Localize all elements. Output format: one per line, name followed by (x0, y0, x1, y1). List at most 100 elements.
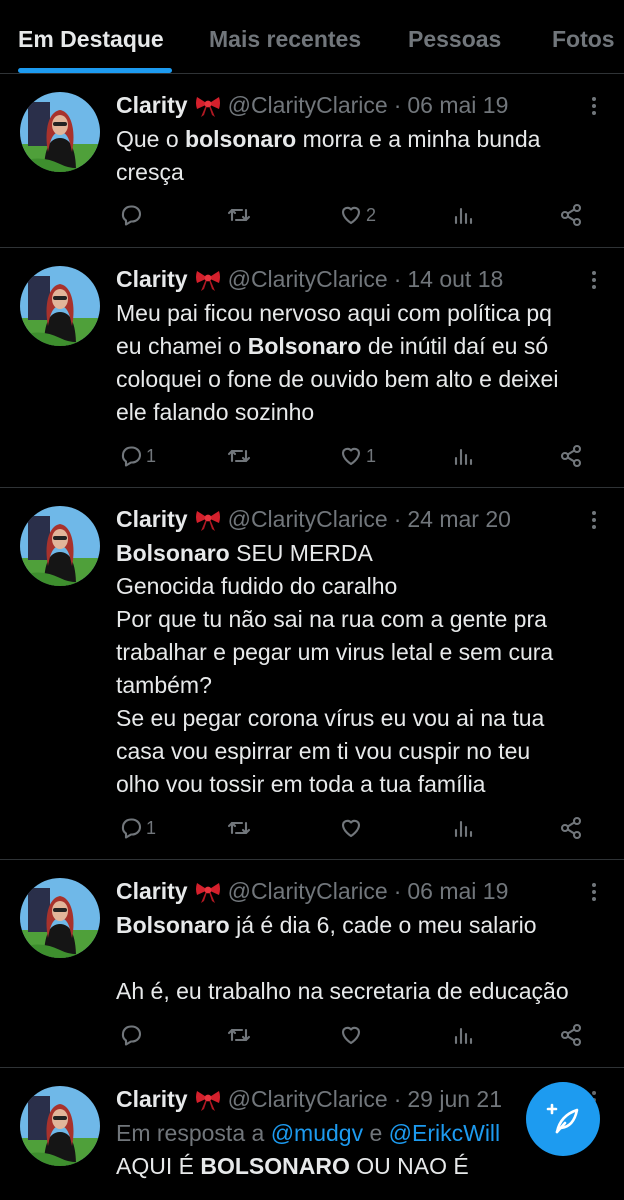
share-button[interactable] (558, 443, 584, 469)
avatar[interactable] (20, 1086, 100, 1166)
like-button[interactable]: 1 (338, 443, 376, 469)
reply-icon (121, 1025, 141, 1046)
retweet-icon (227, 449, 251, 463)
tweet-line: ele falando sozinho (116, 399, 315, 425)
tweet-header: Clarity @ClarityClarice · 24 mar 20 (116, 506, 511, 533)
more-vertical-icon[interactable] (592, 881, 598, 904)
separator: · (393, 506, 402, 532)
avatar[interactable] (20, 92, 100, 172)
retweet-button[interactable] (226, 815, 254, 841)
reply-button[interactable] (118, 202, 146, 228)
separator: · (393, 266, 402, 292)
views-button[interactable] (450, 202, 478, 228)
tweet[interactable]: Clarity @ClarityClarice · 14 out 18 Meu … (0, 248, 624, 488)
display-name[interactable]: Clarity (116, 878, 188, 905)
handle[interactable]: @ClarityClarice (228, 92, 388, 119)
like-button[interactable]: 2 (338, 202, 376, 228)
separator: · (393, 92, 402, 118)
active-tab-indicator (18, 68, 172, 73)
handle[interactable]: @ClarityClarice (228, 878, 388, 905)
tweet-line: eu chamei o Bolsonaro de inútil daí eu s… (116, 333, 549, 359)
more-vertical-icon[interactable] (592, 95, 598, 118)
handle[interactable]: @ClarityClarice (228, 506, 388, 533)
tweet-text: Que o bolsonaro morra e a minha bunda cr… (116, 123, 611, 189)
share-icon (560, 444, 582, 468)
share-button[interactable] (558, 202, 584, 228)
tweet-actions: 11 (118, 443, 593, 473)
tab-fotos[interactable]: Fotos (552, 26, 615, 53)
more-vertical-icon[interactable] (592, 269, 598, 292)
like-icon (341, 1026, 361, 1045)
like-button[interactable] (338, 815, 366, 841)
tweet[interactable]: Clarity @ClarityClarice · 24 mar 20 Bols… (0, 488, 624, 860)
views-button[interactable] (450, 815, 478, 841)
tweet-header: Clarity @ClarityClarice · 29 jun 21 (116, 1086, 502, 1113)
reply-button[interactable]: 1 (118, 443, 156, 469)
like-button[interactable] (338, 1022, 366, 1048)
reply-button[interactable] (118, 1022, 146, 1048)
timestamp[interactable]: 06 mai 19 (407, 92, 508, 119)
reply-icon (121, 446, 141, 467)
display-name[interactable]: Clarity (116, 266, 188, 293)
share-button[interactable] (558, 1022, 584, 1048)
like-count: 2 (366, 204, 377, 225)
tweet-line: AQUI É BOLSONARO OU NAO É (116, 1153, 469, 1179)
mention-link[interactable]: @mudgv (271, 1120, 363, 1146)
tweet-line: cresça (116, 159, 184, 185)
avatar[interactable] (20, 878, 100, 958)
retweet-icon (227, 208, 251, 222)
share-button[interactable] (558, 815, 584, 841)
tab-em-destaque[interactable]: Em Destaque (18, 26, 164, 53)
display-name[interactable]: Clarity (116, 506, 188, 533)
retweet-icon (227, 1028, 251, 1042)
views-button[interactable] (450, 443, 478, 469)
reply-button[interactable]: 1 (118, 815, 156, 841)
share-icon (560, 203, 582, 227)
retweet-icon (227, 821, 251, 835)
share-icon (560, 1023, 582, 1047)
tweet[interactable]: Clarity @ClarityClarice · 06 mai 19 Que … (0, 74, 624, 248)
tweet-text: Bolsonaro já é dia 6, cade o meu salario… (116, 909, 611, 1008)
timestamp[interactable]: 06 mai 19 (407, 878, 508, 905)
tweet-line: olho vou tossir em toda a tua família (116, 771, 486, 797)
tweet-actions: 2 (118, 202, 593, 232)
timestamp[interactable]: 29 jun 21 (407, 1086, 502, 1113)
mention-link[interactable]: @ErikcWill (389, 1120, 501, 1146)
tweet-line: Ah é, eu trabalho na secretaria de educa… (116, 978, 569, 1004)
timestamp[interactable]: 24 mar 20 (407, 506, 511, 533)
tweet-line: Por que tu não sai na rua com a gente pr… (116, 606, 547, 632)
timestamp[interactable]: 14 out 18 (407, 266, 503, 293)
display-name[interactable]: Clarity (116, 1086, 188, 1113)
compose-post-button[interactable] (526, 1082, 600, 1156)
ribbon-bow-emoji (194, 508, 222, 532)
avatar[interactable] (20, 506, 100, 586)
tweet-line: trabalhar e pegar um virus letal e sem c… (116, 639, 554, 665)
views-button[interactable] (450, 1022, 478, 1048)
retweet-button[interactable] (226, 202, 254, 228)
handle[interactable]: @ClarityClarice (228, 266, 388, 293)
retweet-button[interactable] (226, 443, 254, 469)
ribbon-bow-emoji (194, 94, 222, 118)
like-icon (341, 447, 361, 466)
retweet-button[interactable] (226, 1022, 254, 1048)
tweet[interactable]: Clarity @ClarityClarice · 06 mai 19 Bols… (0, 860, 624, 1068)
tweet-header: Clarity @ClarityClarice · 06 mai 19 (116, 92, 508, 119)
tweet-header: Clarity @ClarityClarice · 14 out 18 (116, 266, 503, 293)
tweet-line: Bolsonaro SEU MERDA (116, 540, 373, 566)
tab-pessoas[interactable]: Pessoas (408, 26, 501, 53)
search-tabs: Em Destaque Mais recentes Pessoas Fotos (0, 0, 624, 74)
handle[interactable]: @ClarityClarice (228, 1086, 388, 1113)
reply-icon (121, 205, 141, 226)
ribbon-bow-emoji (194, 268, 222, 292)
reply-count: 1 (146, 445, 157, 466)
tweet-line: Que o bolsonaro morra e a minha bunda (116, 126, 541, 152)
tab-mais-recentes[interactable]: Mais recentes (209, 26, 361, 53)
ribbon-bow-emoji (194, 880, 222, 904)
more-vertical-icon[interactable] (592, 509, 598, 532)
tweet-line: Se eu pegar corona vírus eu vou ai na tu… (116, 705, 545, 731)
compose-post-icon (546, 1103, 579, 1134)
display-name[interactable]: Clarity (116, 92, 188, 119)
views-icon (454, 448, 473, 466)
avatar[interactable] (20, 266, 100, 346)
views-icon (454, 820, 473, 838)
